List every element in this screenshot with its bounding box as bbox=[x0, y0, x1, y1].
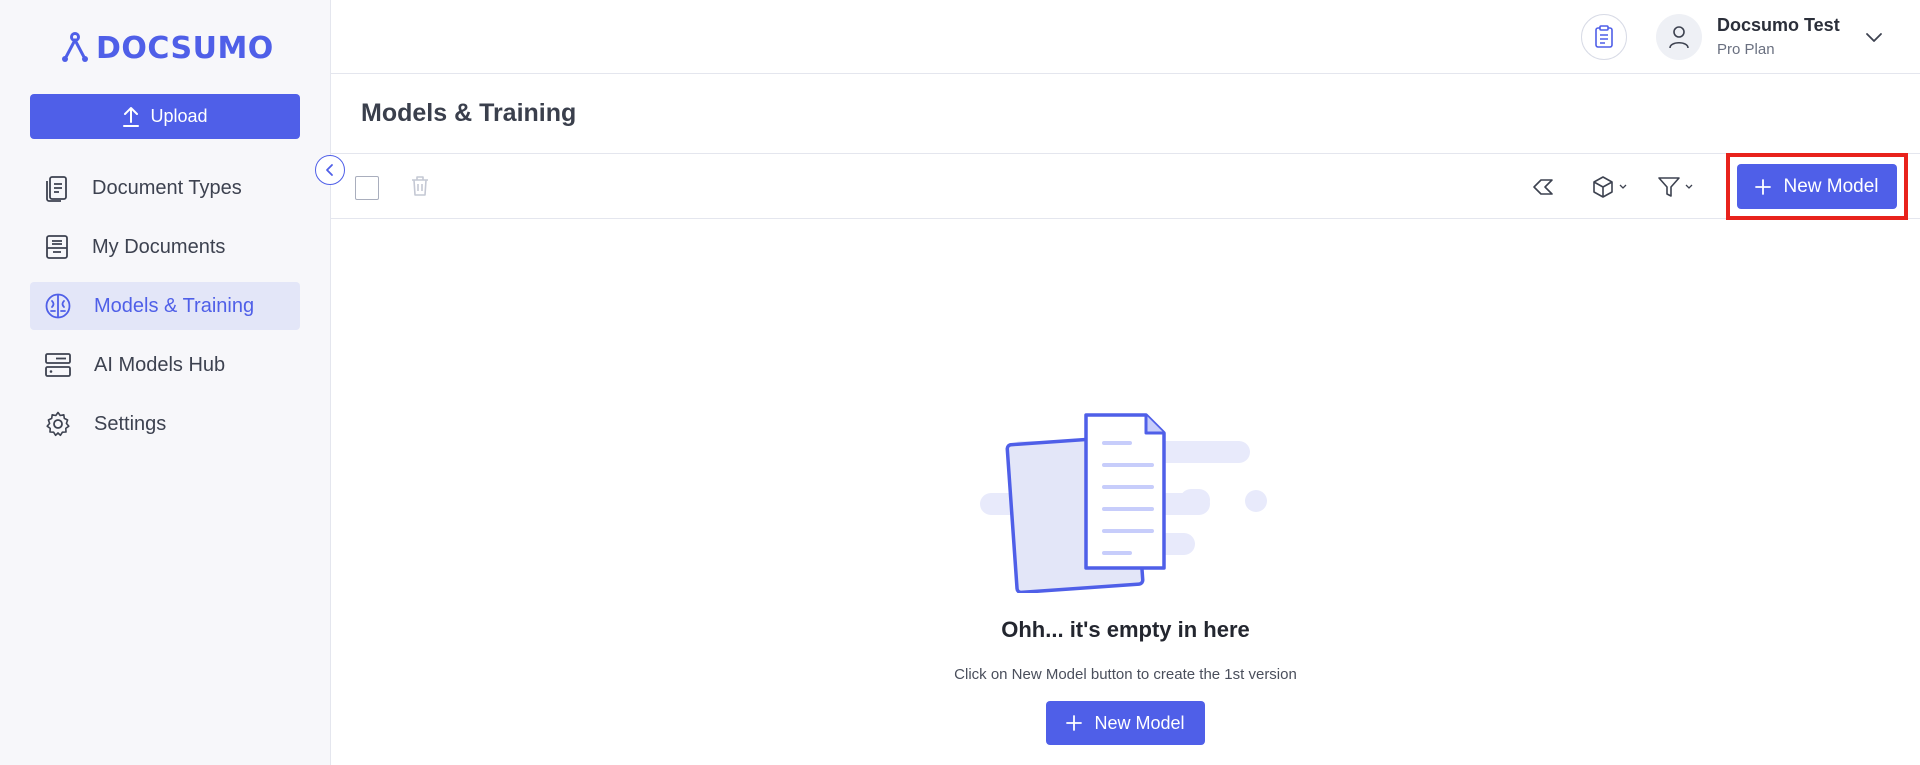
clipboard-icon bbox=[1595, 25, 1613, 48]
sidebar: DOCSUMO Upload Document Types My Documen… bbox=[0, 0, 331, 765]
sidebar-item-label: Document Types bbox=[92, 176, 242, 199]
sidebar-nav: Document Types My Documents Models & Tra… bbox=[30, 164, 300, 459]
cube-icon bbox=[1593, 176, 1613, 198]
empty-state-title: Ohh... it's empty in here bbox=[1001, 617, 1250, 642]
filter-icon bbox=[1658, 177, 1680, 197]
clipboard-button[interactable] bbox=[1581, 14, 1627, 60]
sidebar-item-label: My Documents bbox=[92, 235, 226, 258]
chevron-down-icon bbox=[1685, 184, 1693, 189]
user-icon bbox=[1669, 26, 1689, 49]
gear-icon bbox=[46, 411, 70, 437]
page-title: Models & Training bbox=[361, 99, 577, 127]
new-model-label: New Model bbox=[1783, 175, 1879, 197]
empty-state-new-model-button[interactable]: New Model bbox=[1046, 701, 1205, 745]
tag-filter-button[interactable] bbox=[1531, 174, 1557, 200]
upload-icon bbox=[123, 106, 140, 127]
empty-documents-illustration bbox=[980, 413, 1267, 593]
chevron-down-icon bbox=[1619, 184, 1627, 189]
toolbar bbox=[331, 153, 1920, 219]
new-model-button[interactable]: New Model bbox=[1737, 164, 1897, 209]
upload-label: Upload bbox=[150, 106, 208, 126]
plus-icon bbox=[1755, 178, 1772, 195]
sidebar-item-label: Settings bbox=[94, 412, 167, 435]
collapse-sidebar-button[interactable] bbox=[315, 155, 345, 185]
sidebar-item-document-types[interactable]: Document Types bbox=[30, 164, 300, 212]
user-menu-toggle[interactable] bbox=[1864, 27, 1884, 52]
server-icon bbox=[45, 353, 71, 377]
empty-state-subtitle: Click on New Model button to create the … bbox=[954, 666, 1297, 683]
select-all-checkbox[interactable] bbox=[355, 176, 379, 200]
sidebar-item-label: Models & Training bbox=[94, 294, 255, 317]
avatar[interactable] bbox=[1656, 14, 1702, 60]
user-plan: Pro Plan bbox=[1717, 41, 1775, 58]
logo-text: DOCSUMO bbox=[96, 30, 274, 66]
chevron-down-icon bbox=[1866, 33, 1882, 42]
new-model-label: New Model bbox=[1094, 712, 1185, 733]
chevron-left-icon bbox=[326, 164, 333, 176]
user-name: Docsumo Test bbox=[1717, 15, 1840, 35]
trash-icon bbox=[412, 176, 428, 196]
tag-icon bbox=[1533, 179, 1553, 195]
logo-icon bbox=[62, 32, 88, 62]
my-documents-icon bbox=[46, 235, 68, 259]
sidebar-item-models-training[interactable]: Models & Training bbox=[30, 282, 300, 330]
sidebar-item-my-documents[interactable]: My Documents bbox=[30, 223, 300, 271]
delete-button[interactable] bbox=[409, 174, 431, 203]
docsumo-logo[interactable]: DOCSUMO bbox=[60, 28, 274, 68]
upload-button[interactable]: Upload bbox=[30, 94, 300, 139]
filter-dropdown[interactable] bbox=[1656, 174, 1694, 200]
plus-icon bbox=[1066, 715, 1083, 731]
document-types-icon bbox=[46, 176, 67, 202]
model-type-dropdown[interactable] bbox=[1590, 174, 1628, 200]
sidebar-item-ai-models-hub[interactable]: AI Models Hub bbox=[30, 341, 300, 389]
sidebar-item-settings[interactable]: Settings bbox=[30, 400, 300, 448]
sidebar-item-label: AI Models Hub bbox=[94, 353, 226, 376]
brain-icon bbox=[45, 293, 71, 319]
